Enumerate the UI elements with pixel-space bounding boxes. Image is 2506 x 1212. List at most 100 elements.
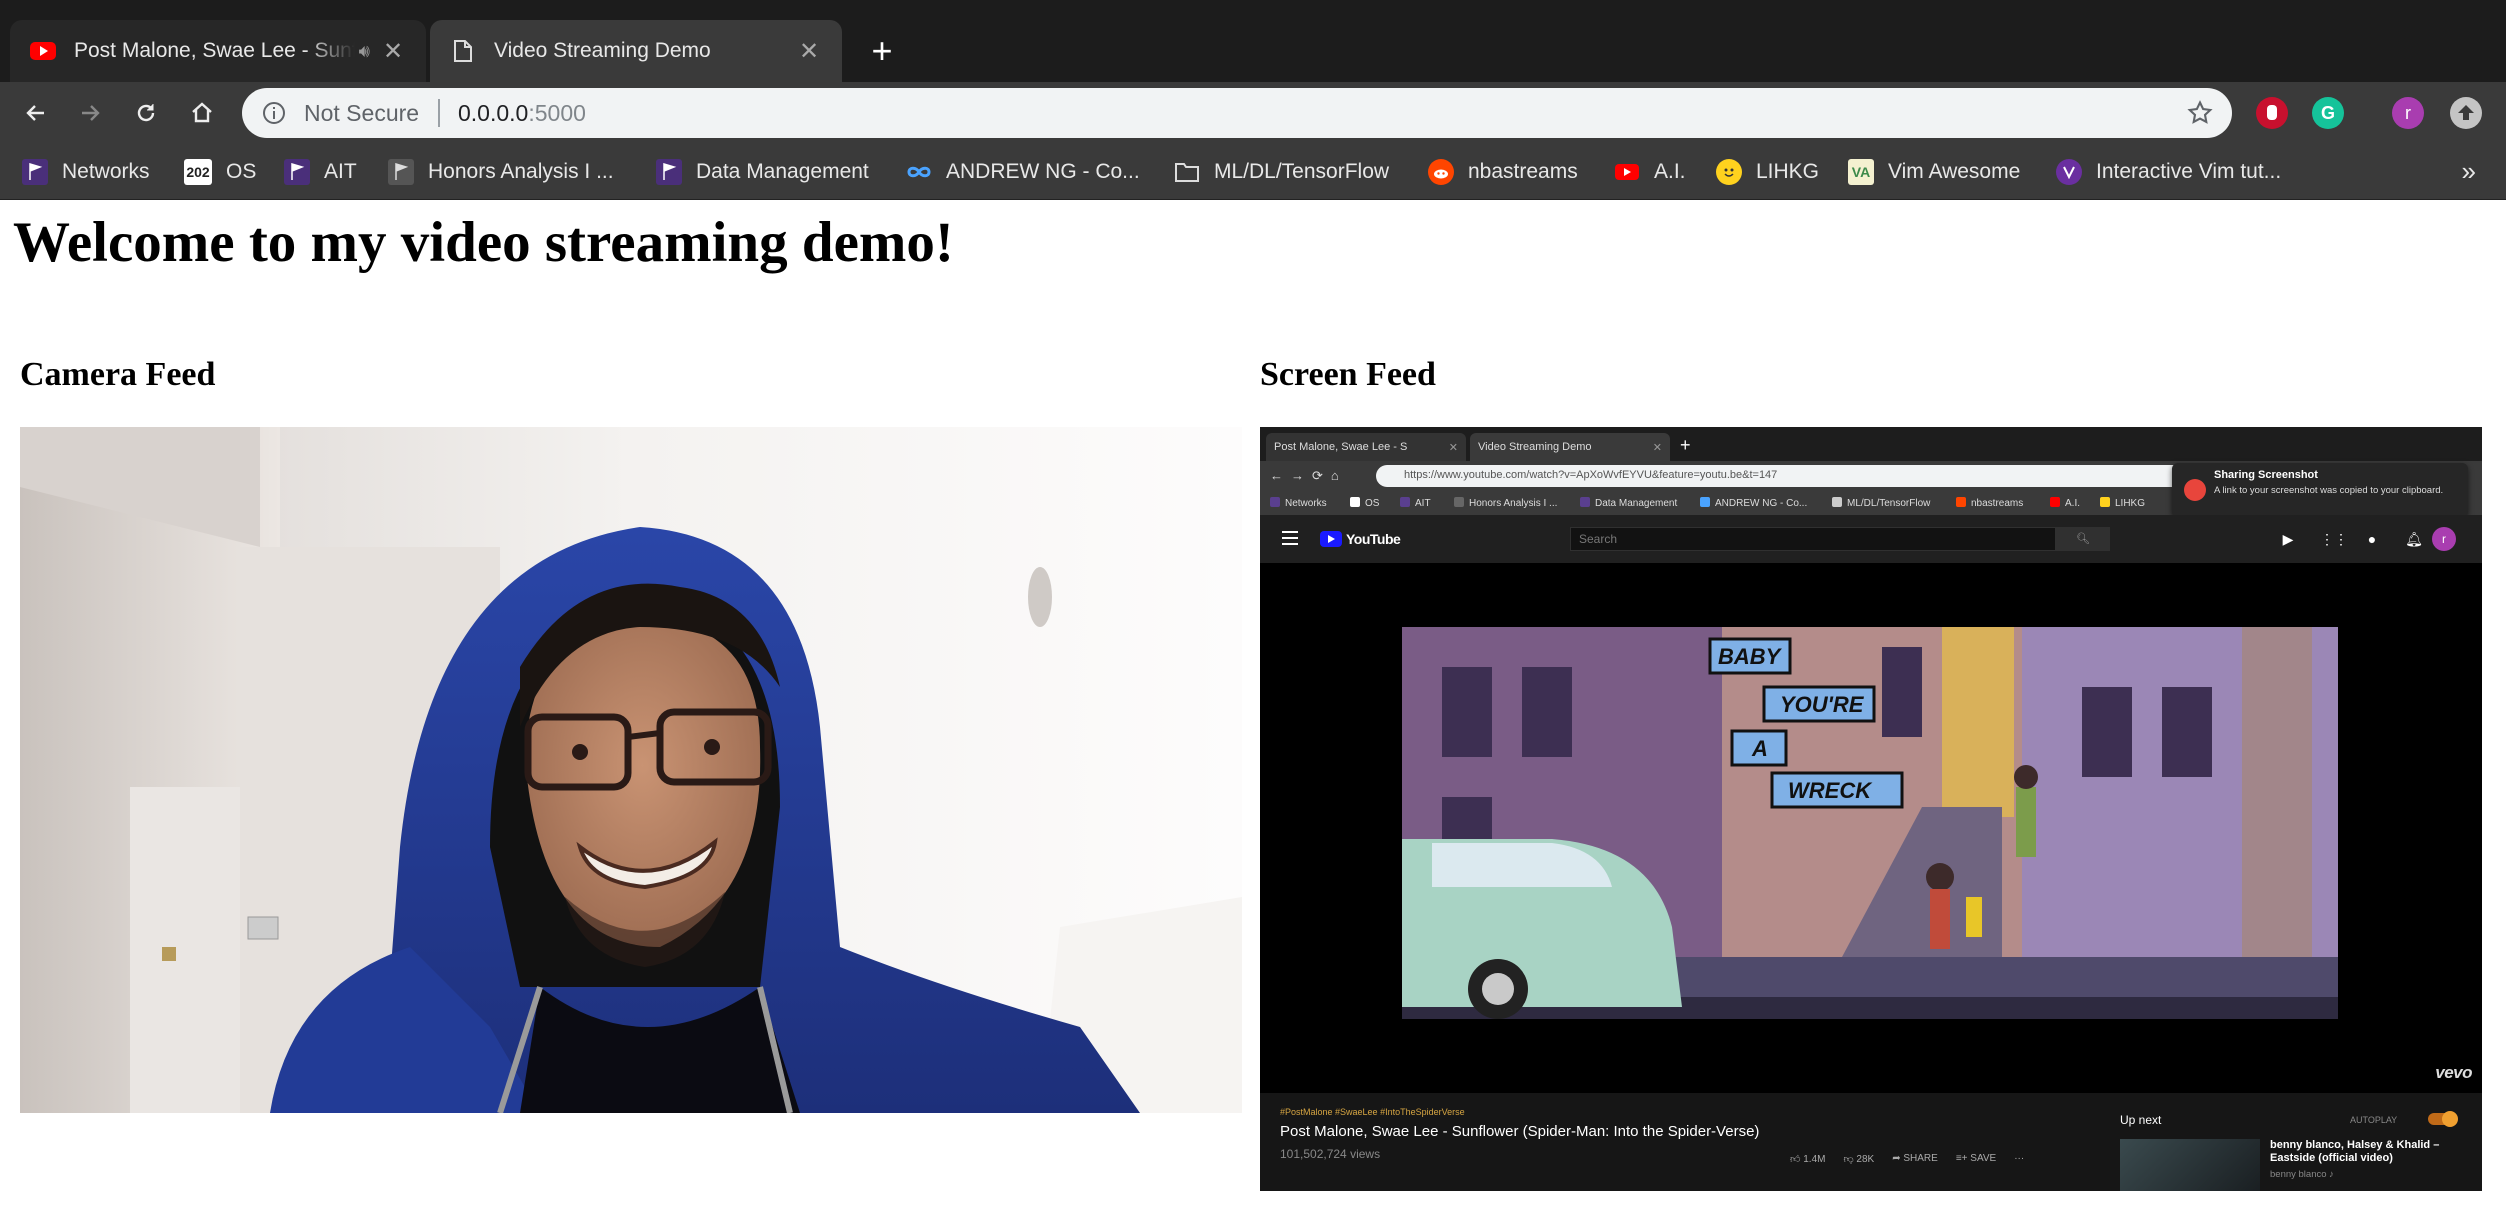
captured-bookmark: ANDREW NG - Co... — [1700, 497, 1807, 509]
youtube-play-icon — [1320, 531, 1342, 547]
close-tab-icon[interactable]: ✕ — [380, 38, 406, 65]
profile-avatar[interactable]: r — [2392, 97, 2424, 129]
dislike-count: 👎︎ 28K — [1843, 1154, 1875, 1165]
next-video-channel: benny blanco ♪ — [2270, 1169, 2334, 1180]
video-title: Post Malone, Swae Lee - Sunflower (Spide… — [1280, 1123, 1760, 1140]
bookmark-vim-awesome[interactable]: VA Vim Awesome — [1848, 157, 2020, 187]
caption-youre: YOU'RE — [1780, 692, 1865, 717]
notification-title: Sharing Screenshot — [2214, 469, 2318, 481]
new-tab-icon: + — [1680, 435, 1691, 455]
more-icon: ··· — [2014, 1153, 2025, 1164]
bookmark-andrew-ng[interactable]: ANDREW NG - Co... — [906, 157, 1140, 187]
captured-tab-strip: Post Malone, Swae Lee - S ✕ Video Streami… — [1260, 427, 2482, 461]
captured-bookmark: AIT — [1400, 497, 1431, 509]
bookmark-ait[interactable]: AIT — [284, 157, 357, 187]
screenshot-notification: Sharing Screenshot A link to your screen… — [2172, 463, 2468, 517]
share-button: ➦ SHARE — [1892, 1153, 1938, 1164]
bookmark-label: nbastreams — [1468, 160, 1578, 183]
bookmark-star-icon[interactable] — [2186, 99, 2214, 132]
youtube-search-field: Search — [1570, 527, 2056, 551]
bookmark-ai[interactable]: A.I. — [1614, 157, 1686, 187]
youtube-header-icons: ▶ ⋮⋮ ● 🔔︎ — [2278, 529, 2424, 549]
home-icon[interactable] — [182, 93, 222, 133]
bookmark-label: AIT — [324, 160, 357, 183]
notification-body: A link to your screenshot was copied to … — [2214, 485, 2444, 496]
dislike-value: 28K — [1856, 1154, 1875, 1165]
security-label: Not Secure — [304, 100, 420, 126]
close-tab-icon[interactable]: ✕ — [796, 38, 822, 65]
bookmark-lihkg[interactable]: LIHKG — [1716, 157, 1819, 187]
share-label: SHARE — [1903, 1153, 1938, 1164]
bookmark-honors-analysis[interactable]: Honors Analysis I ... — [388, 157, 614, 187]
youtube-avatar: r — [2432, 527, 2456, 551]
autoplay-label: AUTOPLAY — [2350, 1115, 2398, 1125]
youtube-icon — [1614, 159, 1640, 185]
save-button: ≡+ SAVE — [1955, 1153, 1997, 1164]
new-tab-icon[interactable]: + — [862, 32, 902, 72]
captured-bookmark: Networks — [1270, 497, 1327, 509]
bookmark-networks[interactable]: Networks — [22, 157, 150, 187]
messages-icon: ● — [2367, 531, 2377, 547]
hamburger-menu-icon — [1282, 531, 1298, 545]
captured-bookmark: Honors Analysis I ... — [1454, 497, 1557, 509]
search-icon: 🔍︎ — [2056, 527, 2110, 551]
202-badge-icon: 202 — [184, 159, 212, 185]
va-badge-icon: VA — [1848, 159, 1874, 185]
back-arrow-icon[interactable] — [16, 93, 56, 133]
video-actions: 👍︎ 1.4M 👎︎ 28K ➦ SHARE ≡+ SAVE ··· — [1790, 1153, 2024, 1165]
tab-youtube[interactable]: Post Malone, Swae Lee - Sunflower (Spide… — [10, 20, 426, 82]
bookmarks-bar: Networks 202 OS AIT Honors Analysis I ..… — [0, 144, 2506, 200]
caption-baby: BABY — [1718, 644, 1783, 669]
bookmark-nbastreams[interactable]: nbastreams — [1428, 157, 1578, 187]
captured-tab-title: Video Streaming Demo — [1478, 441, 1592, 453]
bookmark-label: Honors Analysis I ... — [428, 160, 614, 183]
video-frame-image: BABY YOU'RE A WRECK — [1402, 627, 2338, 1019]
like-count: 👍︎ 1.4M — [1790, 1154, 1826, 1165]
browser-tab-strip: Post Malone, Swae Lee - Sunflower (Spide… — [0, 0, 2506, 82]
next-video-thumbnail — [2120, 1139, 2260, 1191]
youtube-logo: YouTube — [1320, 529, 1401, 549]
captured-bookmark: OS — [1350, 497, 1379, 509]
bookmark-interactive-vim[interactable]: Interactive Vim tut... — [2056, 157, 2281, 187]
dropbox-icon — [2184, 479, 2206, 501]
screen-feed-heading: Screen Feed — [1260, 356, 1436, 393]
camera-feed-video — [20, 427, 1242, 1113]
info-icon[interactable] — [262, 101, 286, 130]
tab-title: Post Malone, Swae Lee - Sunflower (Spide… — [74, 39, 355, 62]
address-bar[interactable]: Not Secure 0.0.0.0:5000 — [242, 88, 2232, 138]
reload-icon[interactable] — [126, 93, 166, 133]
bookmark-os[interactable]: 202 OS — [184, 157, 256, 187]
captured-tab-title: Post Malone, Swae Lee - S — [1274, 441, 1408, 453]
view-count: 101,502,724 views — [1280, 1147, 1381, 1161]
page-icon — [450, 38, 476, 64]
captured-tab: Post Malone, Swae Lee - S ✕ — [1266, 433, 1466, 461]
bookmark-ml-dl-tensorflow[interactable]: ML/DL/TensorFlow — [1174, 157, 1389, 187]
forward-arrow-icon[interactable] — [70, 93, 110, 133]
bookmark-label: ANDREW NG - Co... — [946, 160, 1140, 183]
autoplay-toggle — [2428, 1111, 2458, 1127]
youtube-video-info: #PostMalone #SwaeLee #IntoTheSpiderVerse… — [1260, 1093, 2482, 1191]
svg-text:G: G — [2321, 103, 2335, 123]
extension-icon[interactable] — [2450, 97, 2482, 129]
purple-circle-icon — [2056, 159, 2082, 185]
bookmark-label: ML/DL/TensorFlow — [1214, 160, 1390, 183]
bell-icon: 🔔︎ — [2405, 531, 2423, 547]
bookmark-data-management[interactable]: Data Management — [656, 157, 869, 187]
youtube-icon — [30, 38, 56, 64]
gray-pennant-icon — [388, 159, 414, 185]
bookmark-label: Data Management — [696, 160, 869, 183]
speaker-icon[interactable]: 🔊︎ — [359, 41, 370, 62]
tab-video-streaming-demo[interactable]: Video Streaming Demo ✕ — [430, 20, 842, 82]
more-bookmarks-chevron-icon[interactable]: » — [2462, 156, 2476, 187]
grammarly-extension-icon[interactable]: G — [2312, 97, 2344, 129]
vevo-watermark: vevo — [2435, 1063, 2472, 1082]
tab-title: Video Streaming Demo — [494, 39, 711, 62]
screen-feed-video: Post Malone, Swae Lee - S ✕ Video Streami… — [1260, 427, 2482, 1191]
adblock-extension-icon[interactable] — [2256, 97, 2288, 129]
bookmark-label: Networks — [62, 160, 150, 183]
smiley-icon — [1716, 159, 1742, 185]
captured-nav-icons: ←→⟳⌂ — [1270, 468, 1347, 483]
captured-bookmark: nbastreams — [1956, 497, 2023, 509]
save-label: SAVE — [1970, 1153, 1997, 1164]
youtube-logo-text: YouTube — [1346, 531, 1401, 547]
